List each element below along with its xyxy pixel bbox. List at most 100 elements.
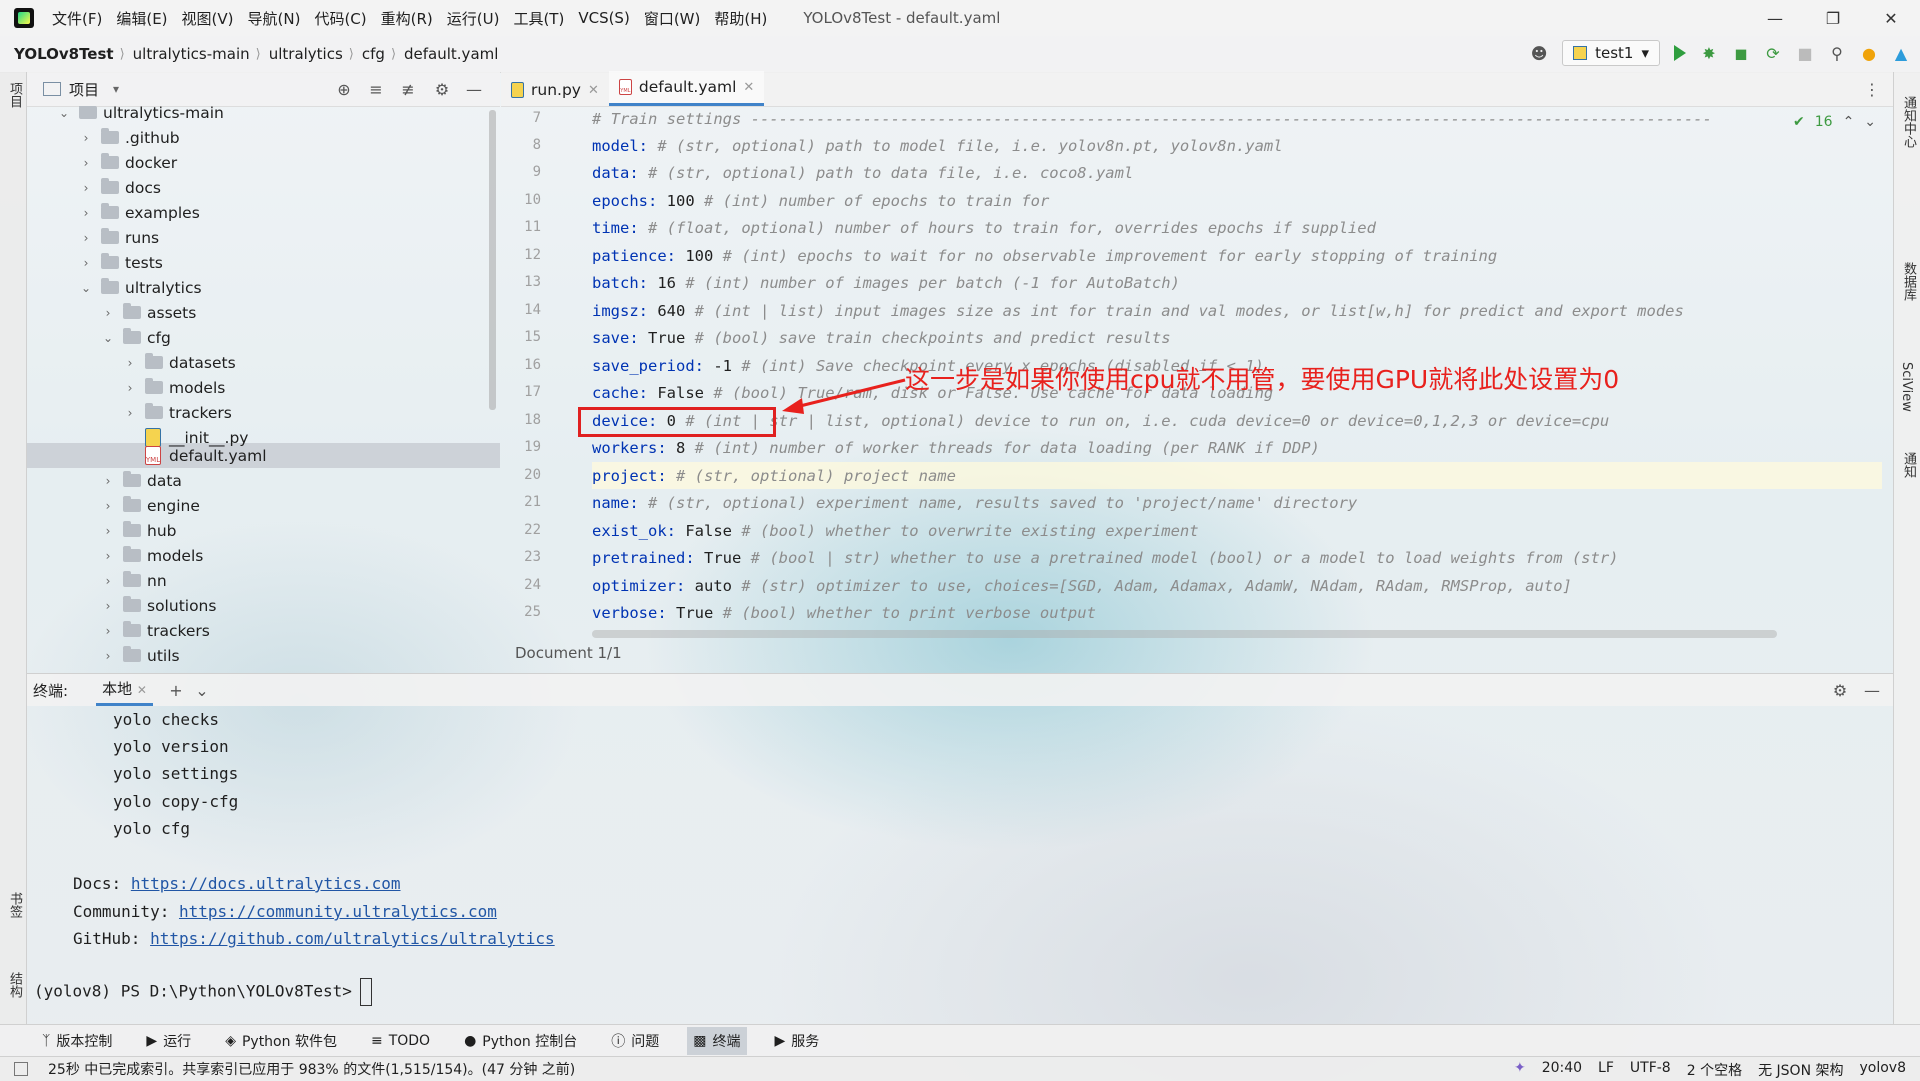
- project-tool-button[interactable]: 项目: [5, 82, 24, 108]
- more-tabs-icon[interactable]: ⋮: [1863, 80, 1881, 99]
- tree-item-tests[interactable]: › tests: [79, 250, 163, 275]
- tree-item-ultralytics-main[interactable]: ⌄ ultralytics-main: [57, 106, 224, 125]
- notifications-button[interactable]: 通知: [1899, 452, 1918, 478]
- project-panel-title[interactable]: 项目: [69, 79, 99, 100]
- cursor-position[interactable]: 20:40: [1542, 1060, 1582, 1080]
- menu-file[interactable]: 文件(F): [52, 8, 102, 29]
- tree-item-examples[interactable]: › examples: [79, 200, 200, 225]
- community-link[interactable]: https://community.ultralytics.com: [179, 902, 497, 921]
- hide-icon[interactable]: —: [1863, 681, 1881, 700]
- user-icon[interactable]: ☻: [1530, 44, 1548, 63]
- tree-item-hub[interactable]: › hub: [101, 518, 177, 543]
- breadcrumb-project[interactable]: YOLOv8Test: [14, 45, 114, 63]
- minimize-icon[interactable]: —: [1746, 0, 1804, 36]
- breadcrumb-ultralytics-main[interactable]: ultralytics-main: [133, 45, 250, 63]
- tree-item-docker[interactable]: › docker: [79, 150, 177, 175]
- tool-terminal[interactable]: ▩ 终端: [687, 1027, 747, 1055]
- menu-view[interactable]: 视图(V): [182, 8, 234, 29]
- menu-window[interactable]: 窗口(W): [644, 8, 701, 29]
- menu-code[interactable]: 代码(C): [314, 8, 366, 29]
- copilot-icon[interactable]: ✦: [1514, 1060, 1526, 1080]
- menu-help[interactable]: 帮助(H): [714, 8, 767, 29]
- tree-item-trackers-2[interactable]: › trackers: [101, 618, 210, 643]
- tree-item-ultralytics[interactable]: ⌄ ultralytics: [79, 275, 202, 300]
- tree-item-data[interactable]: › data: [101, 468, 182, 493]
- menu-refactor[interactable]: 重构(R): [381, 8, 433, 29]
- tool-todo[interactable]: ≡ TODO: [365, 1029, 436, 1053]
- chevron-up-icon[interactable]: ⌃: [1843, 114, 1855, 130]
- tool-problems[interactable]: ⓘ 问题: [605, 1027, 665, 1055]
- github-link[interactable]: https://github.com/ultralytics/ultralyti…: [150, 929, 555, 948]
- tree-item-models-2[interactable]: › models: [101, 543, 203, 568]
- tree-item-assets[interactable]: › assets: [101, 300, 196, 325]
- notification-center-button[interactable]: 通知中心: [1899, 96, 1918, 148]
- structure-tool-button[interactable]: 结构: [5, 972, 24, 998]
- status-message[interactable]: 25秒 中已完成索引。共享索引已应用于 983% 的文件(1,515/154)。…: [48, 1059, 575, 1079]
- close-icon[interactable]: ✕: [743, 80, 754, 95]
- docs-link[interactable]: https://docs.ultralytics.com: [131, 874, 401, 893]
- menu-vcs[interactable]: VCS(S): [578, 9, 629, 27]
- tree-item-cfg[interactable]: ⌄ cfg: [101, 325, 171, 350]
- json-schema[interactable]: 无 JSON 架构: [1758, 1060, 1843, 1080]
- close-icon[interactable]: ✕: [588, 83, 599, 98]
- tree-item-nn[interactable]: › nn: [101, 568, 167, 593]
- menu-run[interactable]: 运行(U): [447, 8, 500, 29]
- breadcrumb-ultralytics[interactable]: ultralytics: [269, 45, 343, 63]
- hide-icon[interactable]: —: [465, 80, 483, 99]
- sciview-button[interactable]: SciView: [1899, 362, 1914, 412]
- database-button[interactable]: 数据库: [1899, 262, 1918, 301]
- tool-python-console[interactable]: ● Python 控制台: [458, 1027, 583, 1055]
- locate-icon[interactable]: ⊕: [335, 80, 353, 99]
- coverage-icon[interactable]: ◼: [1732, 44, 1750, 63]
- run-icon[interactable]: [1674, 45, 1686, 61]
- tree-item-default-yaml[interactable]: YML default.yaml: [145, 443, 267, 468]
- collapse-all-icon[interactable]: ≢: [399, 80, 417, 99]
- tree-item-github[interactable]: › .github: [79, 125, 180, 150]
- debug-icon[interactable]: ✸: [1700, 44, 1718, 63]
- restore-icon[interactable]: ❐: [1804, 0, 1862, 36]
- gear-icon[interactable]: ⚙: [433, 80, 451, 99]
- expand-all-icon[interactable]: ≡: [367, 80, 385, 99]
- tab-default-yaml[interactable]: YML default.yaml ✕: [608, 71, 765, 106]
- close-icon[interactable]: ✕: [137, 683, 147, 697]
- tree-item-trackers[interactable]: › trackers: [123, 400, 232, 425]
- jetbrains-logo-icon[interactable]: ▲: [1892, 44, 1910, 63]
- chevron-down-icon[interactable]: ⌄: [193, 681, 211, 700]
- tree-item-engine[interactable]: › engine: [101, 493, 200, 518]
- run-config-select[interactable]: test1 ▾: [1562, 40, 1660, 66]
- project-tree-scrollbar[interactable]: [489, 110, 496, 410]
- gear-icon[interactable]: ⚙: [1831, 681, 1849, 700]
- layout-toggle-icon[interactable]: [14, 1062, 28, 1076]
- chevron-down-icon[interactable]: ▾: [113, 82, 119, 96]
- menu-tools[interactable]: 工具(T): [513, 8, 564, 29]
- tool-python-packages[interactable]: ◈ Python 软件包: [219, 1027, 343, 1055]
- tool-services[interactable]: ▶ 服务: [769, 1027, 826, 1055]
- profile-icon[interactable]: ⟳: [1764, 44, 1782, 63]
- inspection-widget[interactable]: ✔ 16 ⌃ ⌄: [1793, 114, 1876, 130]
- python-interpreter[interactable]: yolov8: [1860, 1060, 1907, 1080]
- tab-run-py[interactable]: run.py ✕: [501, 74, 609, 106]
- terminal-prompt[interactable]: (yolov8) PS D:\Python\YOLOv8Test>: [34, 978, 372, 1006]
- tree-item-docs[interactable]: › docs: [79, 175, 161, 200]
- line-separator[interactable]: LF: [1598, 1060, 1614, 1080]
- tree-item-solutions[interactable]: › solutions: [101, 593, 216, 618]
- chevron-down-icon[interactable]: ⌄: [1864, 114, 1876, 130]
- tool-version-control[interactable]: ᛉ 版本控制: [36, 1027, 118, 1055]
- editor-horizontal-scrollbar[interactable]: [592, 630, 1777, 638]
- tree-item-datasets[interactable]: › datasets: [123, 350, 236, 375]
- stop-icon[interactable]: ■: [1796, 44, 1814, 63]
- update-icon[interactable]: ●: [1860, 44, 1878, 63]
- close-icon[interactable]: ✕: [1862, 0, 1920, 36]
- indent-setting[interactable]: 2 个空格: [1687, 1060, 1742, 1080]
- terminal-tab-local[interactable]: 本地 ✕: [96, 674, 153, 706]
- file-encoding[interactable]: UTF-8: [1630, 1060, 1671, 1080]
- search-icon[interactable]: ⚲: [1828, 44, 1846, 63]
- menu-edit[interactable]: 编辑(E): [116, 8, 167, 29]
- tree-item-runs[interactable]: › runs: [79, 225, 159, 250]
- bookmarks-tool-button[interactable]: 书签: [5, 892, 24, 918]
- terminal-output[interactable]: yolo checks yolo version yolo settings y…: [27, 706, 1893, 1024]
- tree-item-utils[interactable]: › utils: [101, 643, 180, 668]
- tool-run[interactable]: ▶ 运行: [140, 1027, 197, 1055]
- menu-navigate[interactable]: 导航(N): [248, 8, 301, 29]
- tree-item-models[interactable]: › models: [123, 375, 225, 400]
